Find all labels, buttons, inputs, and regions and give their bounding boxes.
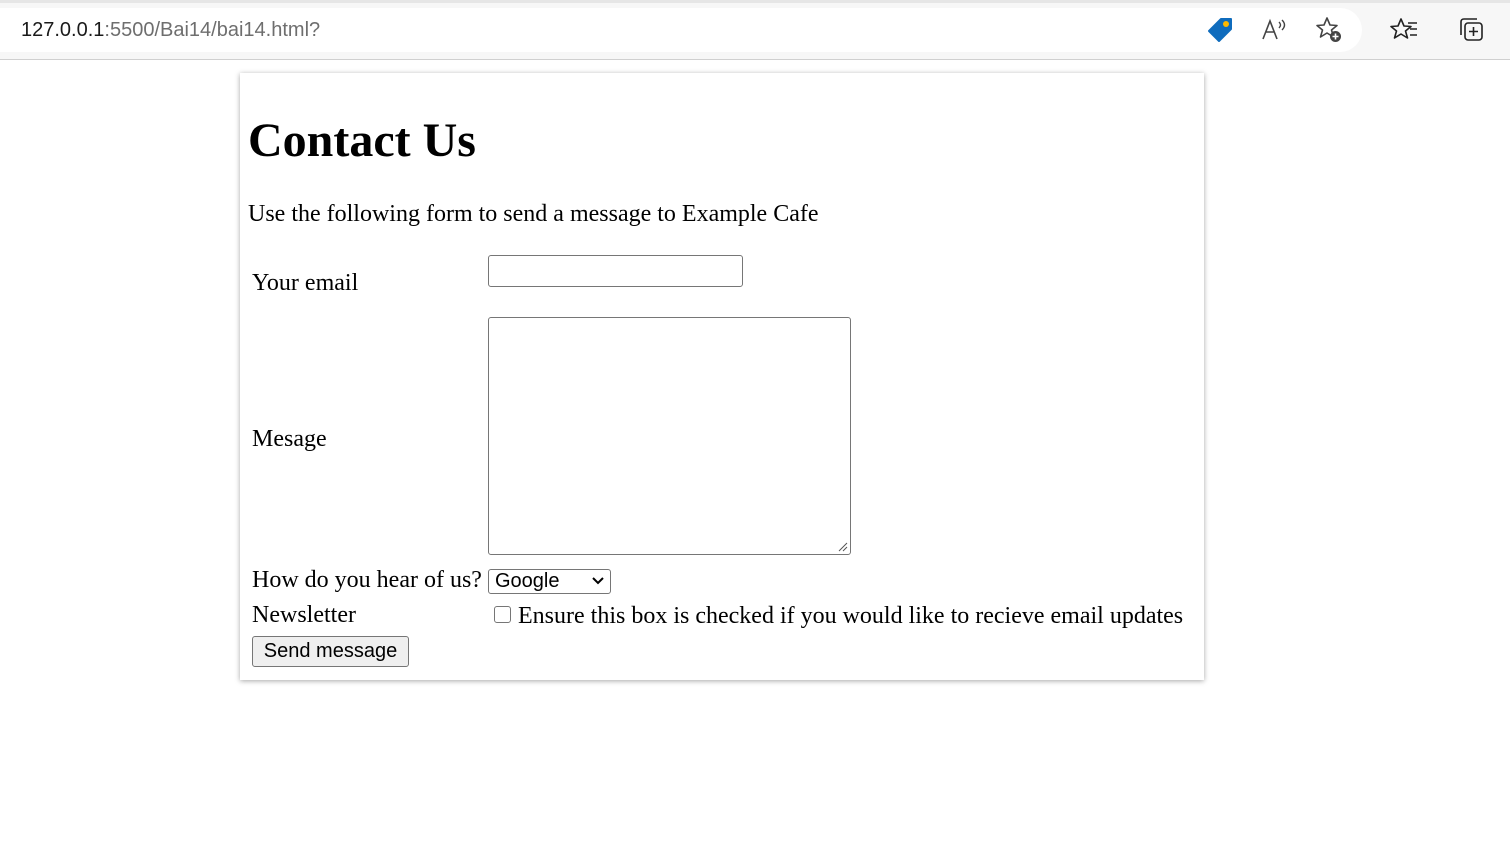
resize-grip-icon[interactable] — [836, 540, 848, 552]
favorites-icon[interactable] — [1389, 14, 1421, 46]
url-host: 127.0.0.1 — [21, 19, 105, 41]
coupon-tag-icon[interactable] — [1204, 14, 1236, 46]
referral-label: How do you hear of us? — [252, 567, 482, 593]
intro-text: Use the following form to send a message… — [248, 201, 819, 227]
contact-card: Contact Us Use the following form to sen… — [240, 73, 1204, 680]
newsletter-label: Newsletter — [252, 602, 356, 628]
url-path: :5500/Bai14/bai14.html? — [104, 19, 321, 41]
send-message-button[interactable]: Send message — [252, 636, 409, 667]
chevron-down-icon — [592, 577, 604, 585]
url-text[interactable]: 127.0.0.1:5500/Bai14/bai14.html? — [21, 8, 320, 52]
email-label: Your email — [252, 270, 359, 296]
browser-toolbar: 127.0.0.1:5500/Bai14/bai14.html? — [0, 0, 1510, 60]
newsletter-checkbox[interactable] — [494, 606, 511, 623]
message-textarea[interactable] — [488, 317, 851, 555]
referral-selected-value: Google — [495, 570, 560, 592]
message-label: Mesage — [252, 426, 327, 452]
page-title: Contact Us — [248, 114, 476, 167]
email-field[interactable] — [488, 255, 743, 287]
tab-strip-edge — [0, 0, 1510, 3]
newsletter-checkbox-text[interactable]: Ensure this box is checked if you would … — [518, 602, 1183, 630]
add-favorite-icon[interactable] — [1313, 14, 1345, 46]
referral-select[interactable]: Google — [488, 569, 611, 594]
address-bar[interactable]: 127.0.0.1:5500/Bai14/bai14.html? — [0, 8, 1362, 52]
read-aloud-icon[interactable] — [1258, 14, 1290, 46]
collections-icon[interactable] — [1455, 14, 1487, 46]
